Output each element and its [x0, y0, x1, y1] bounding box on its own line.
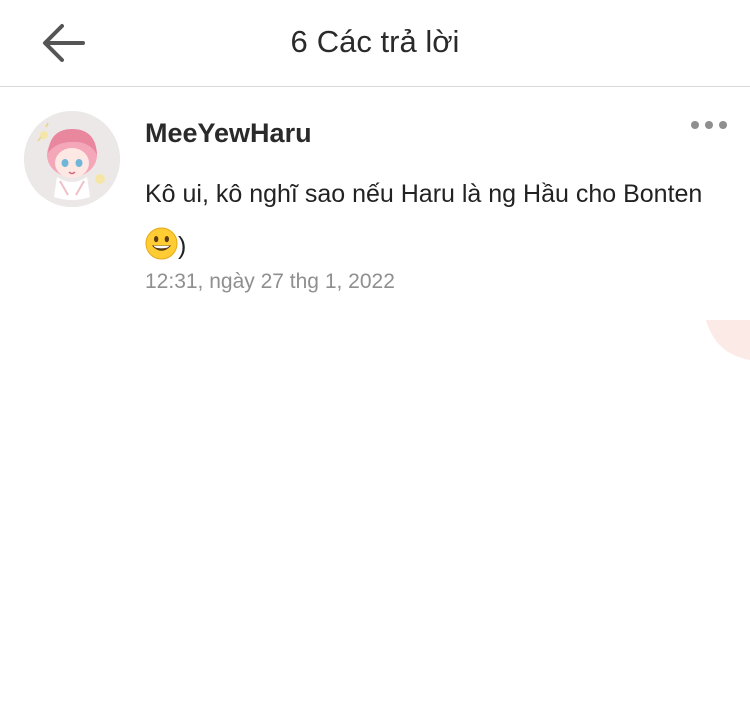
grinning-face-emoji-icon	[145, 227, 178, 260]
reply-count: 6	[290, 24, 308, 59]
page-title-label: Các trả lời	[316, 24, 460, 59]
top-bar: 6 Các trả lời	[0, 0, 750, 87]
comment-text-main: Kô ui, kô nghĩ sao nếu Haru là ng Hầu ch…	[145, 180, 703, 208]
page-title: 6 Các trả lời	[0, 22, 750, 62]
more-horizontal-icon	[691, 121, 727, 129]
comment-item: MeeYewHaru Kô ui, kô nghĩ sao nếu Haru l…	[0, 88, 750, 318]
avatar[interactable]	[24, 111, 120, 207]
comment-timestamp: 12:31, ngày 27 thg 1, 2022	[145, 270, 395, 293]
comment-text-end: )	[178, 232, 187, 260]
comment-text: Kô ui, kô nghĩ sao nếu Haru là ng Hầu ch…	[145, 168, 735, 272]
floating-panel-edge	[706, 320, 750, 360]
more-options-button[interactable]	[684, 112, 734, 138]
avatar-illustration	[24, 111, 120, 207]
username[interactable]: MeeYewHaru	[145, 115, 312, 151]
